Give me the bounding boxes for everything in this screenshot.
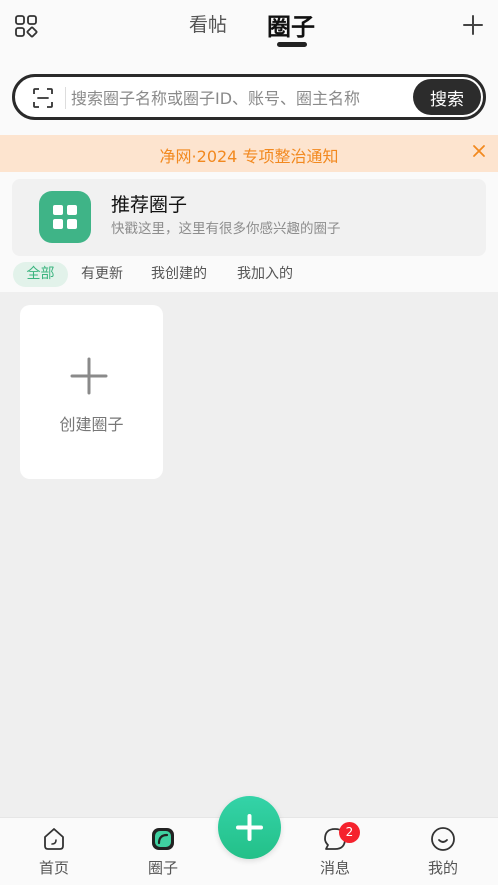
recommended-title: 推荐圈子 — [111, 194, 188, 216]
plus-icon[interactable] — [461, 13, 485, 37]
recommended-grid-icon — [39, 191, 91, 243]
search-bar: 搜索 — [12, 74, 486, 120]
filter-all[interactable]: 全部 — [13, 262, 68, 287]
filter-joined[interactable]: 我加入的 — [237, 262, 293, 287]
filter-tabs: 全部 有更新 我创建的 我加入的 — [0, 262, 498, 288]
nav-item-home[interactable]: 首页 — [19, 818, 89, 885]
circle-app-icon — [152, 828, 174, 850]
tab-view-posts[interactable]: 看帖 — [189, 10, 227, 37]
plus-icon — [70, 357, 108, 395]
grid-apps-icon[interactable] — [14, 14, 38, 38]
nav-label-circles: 圈子 — [147, 859, 178, 877]
search-separator — [65, 87, 66, 109]
plus-icon — [236, 814, 263, 841]
recommended-circles-card[interactable]: 推荐圈子 快戳这里，这里有很多你感兴趣的圈子 — [12, 179, 486, 256]
nav-item-messages[interactable]: 2 消息 — [300, 818, 370, 885]
notice-text[interactable]: 净网·2024 专项整治通知 — [0, 143, 498, 167]
home-icon — [44, 828, 64, 850]
close-icon[interactable] — [472, 144, 486, 158]
search-input[interactable] — [71, 84, 411, 112]
create-circle-label: 创建圈子 — [59, 415, 124, 434]
message-badge: 2 — [339, 822, 360, 843]
nav-label-home: 首页 — [38, 859, 69, 877]
nav-label-messages: 消息 — [319, 859, 350, 877]
recommended-subtitle: 快戳这里，这里有很多你感兴趣的圈子 — [111, 221, 341, 237]
nav-item-me[interactable]: 我的 — [408, 818, 478, 885]
header: 看帖 圈子 — [0, 0, 498, 54]
active-tab-indicator — [277, 42, 307, 47]
notice-banner[interactable]: 净网·2024 专项整治通知 — [0, 135, 498, 172]
create-post-fab[interactable] — [218, 796, 281, 859]
smile-face-icon — [431, 827, 455, 851]
nav-label-me: 我的 — [427, 859, 458, 877]
filter-created-by-me[interactable]: 我创建的 — [151, 262, 207, 287]
create-circle-card[interactable]: 创建圈子 — [20, 305, 163, 479]
filter-updated[interactable]: 有更新 — [81, 262, 123, 287]
nav-item-circles[interactable]: 圈子 — [128, 818, 198, 885]
scan-icon[interactable] — [32, 87, 54, 109]
tab-circles[interactable]: 圈子 — [267, 7, 315, 42]
search-button[interactable]: 搜索 — [413, 79, 481, 115]
